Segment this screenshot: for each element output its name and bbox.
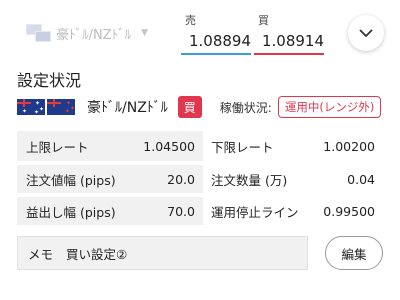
table-row: 注文値幅 (pips) 20.0 注文数量 (万) 0.04	[17, 163, 383, 196]
edit-button[interactable]: 編集	[325, 236, 383, 270]
status-label: 稼働状況:	[219, 100, 272, 115]
australia-flag-icon: ✦ ✦ ✦ ✦	[17, 99, 45, 115]
upper-rate-value: 1.04500	[127, 131, 203, 164]
memo-field: メモ 買い設定②	[17, 236, 308, 270]
table-row: 益出し幅 (pips) 70.0 運用停止ライン 0.99500	[17, 195, 383, 228]
lower-rate-label: 下限レート	[203, 131, 311, 164]
collapse-button[interactable]	[348, 15, 384, 51]
profit-width-label: 益出し幅 (pips)	[17, 195, 127, 228]
upper-rate-label: 上限レート	[17, 131, 127, 164]
memo-text: 買い設定②	[66, 246, 128, 262]
currency-pair-select-label: 豪ﾄﾞﾙ/NZﾄﾞﾙ	[56, 27, 132, 43]
sell-price: 1.08894	[181, 32, 251, 55]
order-quantity-label: 注文数量 (万)	[203, 163, 311, 196]
caret-down-icon: ▼	[141, 28, 148, 38]
memo-label: メモ	[28, 246, 54, 262]
buy-side-badge: 買	[177, 96, 202, 118]
buy-quote: 買 1.08914	[254, 12, 324, 55]
order-width-value: 20.0	[127, 163, 203, 196]
pair-flags-icon	[26, 24, 51, 42]
sell-quote: 売 1.08894	[181, 12, 251, 55]
table-row: 上限レート 1.04500 下限レート 1.00200	[17, 131, 383, 164]
order-quantity-value: 0.04	[311, 163, 383, 196]
profit-width-value: 70.0	[127, 195, 203, 228]
new-zealand-flag-icon: ✦ ✦ ✦	[47, 99, 75, 115]
quote-header: 豪ﾄﾞﾙ/NZﾄﾞﾙ ▼ 売 1.08894 買 1.08914	[0, 0, 400, 62]
currency-pair-select[interactable]: 豪ﾄﾞﾙ/NZﾄﾞﾙ ▼	[14, 16, 148, 50]
stop-line-value: 0.99500	[311, 195, 383, 228]
status-badge: 運用中(レンジ外)	[277, 96, 382, 118]
buy-label: 買	[258, 14, 269, 27]
stop-line-label: 運用停止ライン	[203, 195, 311, 228]
order-width-label: 注文値幅 (pips)	[17, 163, 127, 196]
chevron-down-icon	[359, 29, 373, 37]
section-title: 設定状況	[17, 71, 82, 90]
settings-table: 上限レート 1.04500 下限レート 1.00200 注文値幅 (pips) …	[17, 131, 383, 229]
sell-label: 売	[185, 14, 196, 27]
buy-price: 1.08914	[254, 32, 324, 55]
pair-name: 豪ﾄﾞﾙ/NZﾄﾞﾙ	[87, 100, 168, 116]
lower-rate-value: 1.00200	[311, 131, 383, 164]
pair-status-row: ✦ ✦ ✦ ✦ ✦ ✦ ✦ 豪ﾄﾞﾙ/NZﾄﾞﾙ 買 稼働状況: 運用中(レンジ…	[17, 95, 383, 119]
